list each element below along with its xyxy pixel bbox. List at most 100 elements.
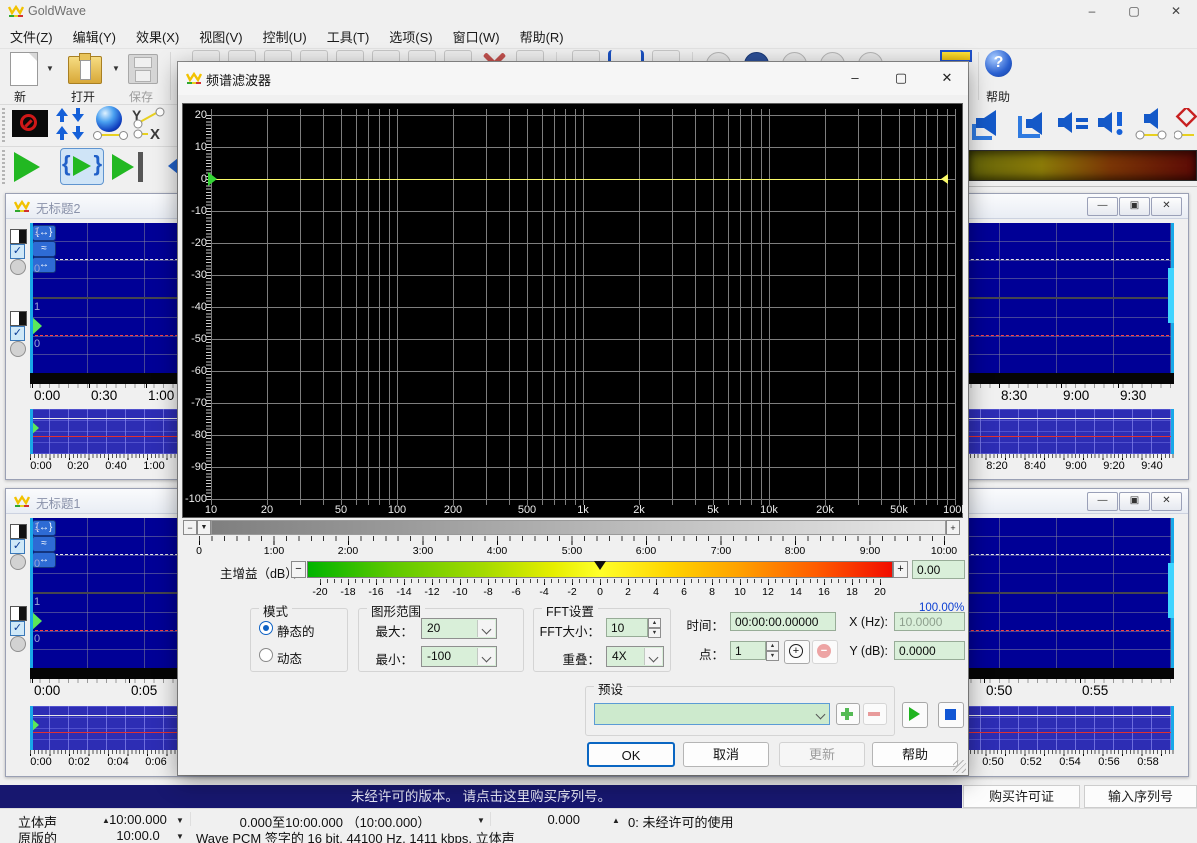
- channel0-checkbox[interactable]: ✓: [10, 326, 25, 341]
- help-button[interactable]: 帮助: [872, 742, 958, 767]
- open-file-button[interactable]: [68, 56, 102, 84]
- status-position[interactable]: 0.000: [520, 812, 580, 827]
- wave-badge-icon[interactable]: ≈: [32, 536, 56, 552]
- menu-item[interactable]: 选项(S): [379, 22, 442, 46]
- range-max-dropdown[interactable]: 20: [421, 618, 497, 639]
- new-dropdown-caret[interactable]: ▼: [46, 64, 54, 73]
- chevron-down-icon[interactable]: ▼: [176, 816, 184, 825]
- play-button[interactable]: [14, 152, 40, 182]
- gain-plus-button[interactable]: +: [893, 561, 908, 578]
- fft-size-field[interactable]: 10: [606, 618, 648, 637]
- status-length[interactable]: 10:00.000: [96, 812, 180, 827]
- menu-item[interactable]: 控制(U): [253, 22, 317, 46]
- preview-play-button[interactable]: [902, 702, 928, 728]
- point-field[interactable]: 1: [730, 641, 766, 660]
- point-spinner[interactable]: ▲▼: [766, 641, 779, 662]
- dialog-resize-grip[interactable]: [953, 760, 966, 773]
- save-button-disabled[interactable]: [128, 54, 158, 84]
- window-close-button[interactable]: ✕: [1151, 492, 1182, 511]
- selection-start-marker[interactable]: [30, 518, 33, 668]
- range-min-dropdown[interactable]: -100: [421, 646, 497, 667]
- chevron-down-icon[interactable]: ▼: [176, 832, 184, 841]
- menu-item[interactable]: 效果(X): [126, 22, 189, 46]
- dialog-maximize-button[interactable]: ▢: [880, 63, 922, 93]
- channel1-checkbox[interactable]: ✓: [10, 539, 25, 554]
- preset-save-button[interactable]: [836, 703, 860, 725]
- gain-minus-button[interactable]: −: [291, 561, 306, 578]
- license-banner[interactable]: 未经许可的版本。 请点击这里购买序列号。: [0, 785, 962, 808]
- window-restore-button[interactable]: ▣: [1119, 197, 1150, 216]
- time-field[interactable]: 00:00:00.00000: [730, 612, 836, 631]
- buy-license-button[interactable]: 购买许可证: [963, 785, 1080, 808]
- channel1-view-toggle[interactable]: [10, 229, 27, 244]
- menu-item[interactable]: 编辑(Y): [63, 22, 126, 46]
- wave-badge-icon[interactable]: ≈: [32, 241, 56, 257]
- preview-stop-button[interactable]: [938, 702, 964, 728]
- status-quality[interactable]: 原版的: [18, 828, 57, 843]
- play-selection-button[interactable]: { }: [60, 148, 104, 185]
- selection-start-marker[interactable]: [30, 223, 33, 373]
- toolbar-grip[interactable]: [2, 108, 5, 142]
- filter-response-line[interactable]: [212, 179, 943, 180]
- scroll-track[interactable]: [211, 520, 946, 535]
- menu-item[interactable]: 工具(T): [317, 22, 380, 46]
- preset-delete-button[interactable]: [863, 703, 887, 725]
- help-icon[interactable]: ?: [985, 50, 1012, 77]
- app-close-button[interactable]: ✕: [1156, 0, 1196, 22]
- swap-channels-icon[interactable]: [56, 108, 86, 140]
- menu-item[interactable]: 窗口(W): [443, 22, 510, 46]
- dialog-close-button[interactable]: ✕: [926, 63, 968, 93]
- window-minimize-button[interactable]: —: [1087, 492, 1118, 511]
- mute-button[interactable]: [12, 110, 48, 137]
- new-file-button[interactable]: [10, 52, 38, 86]
- window-minimize-button[interactable]: —: [1087, 197, 1118, 216]
- remove-point-button[interactable]: −: [812, 640, 838, 664]
- device-orb-icon[interactable]: [96, 106, 122, 132]
- play-all-speaker-icon[interactable]: [970, 108, 1006, 140]
- channel1-radio[interactable]: [10, 259, 26, 275]
- channel1-view-toggle[interactable]: [10, 524, 27, 539]
- channel0-view-toggle[interactable]: [10, 311, 27, 326]
- scroll-zoom-in-button[interactable]: +: [946, 520, 960, 535]
- window-close-button[interactable]: ✕: [1151, 197, 1182, 216]
- menu-item[interactable]: 帮助(R): [510, 22, 574, 46]
- device-link-speaker-icon[interactable]: [1134, 108, 1168, 140]
- play-selection-speaker-icon[interactable]: [1016, 108, 1048, 140]
- window-restore-button[interactable]: ▣: [1119, 492, 1150, 511]
- play-to-end-button[interactable]: [112, 154, 134, 180]
- status-length2[interactable]: 10:00.0: [96, 828, 180, 843]
- channel0-radio[interactable]: [10, 636, 26, 652]
- chevron-up-icon[interactable]: ▲: [612, 816, 620, 825]
- channel0-view-toggle[interactable]: [10, 606, 27, 621]
- mode-dynamic-radio[interactable]: [259, 648, 273, 662]
- enter-serial-button[interactable]: 输入序列号: [1084, 785, 1197, 808]
- dialog-minimize-button[interactable]: –: [834, 63, 876, 93]
- channel1-checkbox[interactable]: ✓: [10, 244, 25, 259]
- fft-overlap-dropdown[interactable]: 4X: [606, 646, 664, 667]
- channel1-radio[interactable]: [10, 554, 26, 570]
- edit-points-diamond-icon[interactable]: [1174, 108, 1197, 140]
- mode-static-radio[interactable]: [259, 621, 273, 635]
- scroll-zoom-out-button[interactable]: −: [183, 520, 197, 535]
- gain-node-icon[interactable]: [208, 172, 217, 186]
- dialog-time-ruler[interactable]: 01:002:003:004:005:006:007:008:009:0010:…: [182, 536, 963, 558]
- rewind-button[interactable]: [168, 158, 178, 174]
- expression-evaluator-icon[interactable]: Y X: [132, 106, 168, 140]
- scroll-menu-button[interactable]: ▼: [197, 520, 211, 535]
- chevron-down-icon[interactable]: ▼: [477, 816, 485, 825]
- channel0-checkbox[interactable]: ✓: [10, 621, 25, 636]
- y-db-field[interactable]: 0.0000: [894, 641, 965, 660]
- channel0-radio[interactable]: [10, 341, 26, 357]
- app-maximize-button[interactable]: ▢: [1114, 0, 1154, 22]
- play-warn-speaker-icon[interactable]: [1096, 110, 1126, 138]
- gain-value-field[interactable]: 0.00: [912, 560, 965, 579]
- menu-item[interactable]: 视图(V): [189, 22, 252, 46]
- play-same-speaker-icon[interactable]: [1056, 110, 1090, 138]
- gain-slider-thumb[interactable]: [594, 561, 606, 570]
- add-point-button[interactable]: +: [784, 640, 810, 664]
- menu-item[interactable]: 文件(Z): [0, 22, 63, 46]
- update-button[interactable]: 更新: [779, 742, 865, 767]
- cancel-button[interactable]: 取消: [683, 742, 769, 767]
- filter-graph[interactable]: 20100-10-20-30-40-50-60-70-80-90-1001020…: [182, 103, 963, 518]
- dialog-titlebar[interactable]: 频谱滤波器 – ▢ ✕: [178, 62, 968, 95]
